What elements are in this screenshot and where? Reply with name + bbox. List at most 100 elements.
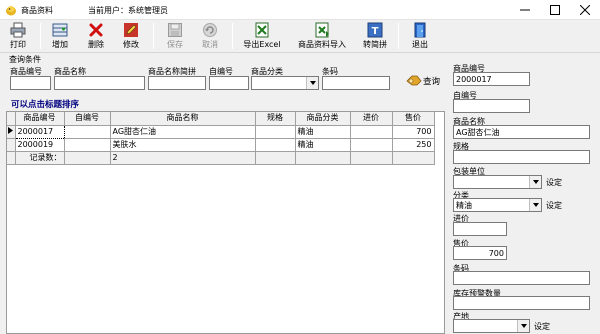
column-header[interactable]: 自编号 <box>64 112 111 126</box>
table-cell[interactable]: 精油 <box>295 138 351 152</box>
detail-unit-select[interactable] <box>453 175 542 189</box>
category-set-link[interactable]: 设定 <box>546 200 562 211</box>
edit-pencil-icon <box>124 23 138 37</box>
detail-code-field[interactable]: 2000017 <box>453 72 530 86</box>
table-cell <box>295 151 351 165</box>
table-cell[interactable] <box>255 138 296 152</box>
product-table: 商品编号 自编号 商品名称 规格 商品分类 进价 售价 2000017 AG甜杏… <box>7 112 435 165</box>
detail-selfcode-field[interactable] <box>453 99 530 113</box>
query-legend: 查询条件 <box>9 55 41 64</box>
toolbar-separator <box>232 23 233 49</box>
table-cell[interactable] <box>64 138 111 152</box>
title-bar: 商品资料 当前用户：系统管理员 <box>0 0 600 20</box>
toolbar-separator <box>40 23 41 49</box>
svg-text:T: T <box>372 26 379 37</box>
exit-door-icon <box>414 22 426 38</box>
detail-cost-field[interactable] <box>453 222 507 236</box>
query-category-select[interactable] <box>251 76 319 90</box>
delete-button[interactable]: 删除 <box>82 20 110 52</box>
detail-category-select[interactable]: 精油 <box>453 198 542 212</box>
query-code-input[interactable] <box>10 76 51 90</box>
pinyin-convert-icon: T <box>367 22 383 38</box>
app-icon <box>6 6 16 16</box>
import-button[interactable]: 商品资料导入 <box>294 20 350 52</box>
table-cell[interactable]: 2000017 <box>14 124 65 139</box>
table-cell[interactable] <box>350 125 393 139</box>
current-row-pointer-icon <box>8 126 14 134</box>
column-header[interactable]: 售价 <box>392 112 435 126</box>
print-button[interactable]: 打印 <box>4 20 32 52</box>
table-cell[interactable]: 美肤水 <box>110 138 256 152</box>
maximize-button[interactable] <box>540 0 570 20</box>
table-cell[interactable]: AG甜杏仁油 <box>110 125 256 139</box>
detail-spec-field[interactable] <box>453 150 590 164</box>
detail-stock-warning-field[interactable] <box>453 296 590 310</box>
add-label: 增加 <box>52 40 68 49</box>
row-selector[interactable] <box>7 125 16 139</box>
dropdown-arrow[interactable] <box>517 320 529 332</box>
origin-set-link[interactable]: 设定 <box>534 321 550 332</box>
query-barcode-input[interactable] <box>322 76 390 90</box>
column-header[interactable]: 商品编号 <box>15 112 65 126</box>
minimize-icon <box>520 9 530 11</box>
exit-label: 退出 <box>412 40 428 49</box>
cancel-label: 取消 <box>202 40 218 49</box>
table-cell[interactable]: 700 <box>392 125 435 139</box>
table-cell[interactable]: 精油 <box>295 125 351 139</box>
current-user: 当前用户：系统管理员 <box>88 6 168 15</box>
column-header[interactable]: 商品分类 <box>295 112 351 126</box>
import-icon <box>315 22 329 38</box>
export-excel-button[interactable]: 导出Excel <box>240 20 284 52</box>
dropdown-arrow[interactable] <box>306 77 318 89</box>
table-cell[interactable] <box>64 125 111 139</box>
edit-button[interactable]: 修改 <box>117 20 145 52</box>
row-selector <box>7 151 16 165</box>
cancel-button[interactable]: 取消 <box>196 20 224 52</box>
column-header[interactable]: 进价 <box>350 112 393 126</box>
dropdown-arrow[interactable] <box>529 176 541 188</box>
detail-category-value: 精油 <box>456 201 472 210</box>
table-row[interactable]: 2000019 美肤水 精油 250 <box>7 138 435 152</box>
minimize-button[interactable] <box>510 0 540 20</box>
detail-barcode-field[interactable] <box>453 271 590 285</box>
dropdown-arrow[interactable] <box>529 199 541 211</box>
add-record-icon <box>52 23 68 37</box>
exit-button[interactable]: 退出 <box>406 20 434 52</box>
query-pinyin-input[interactable] <box>148 76 206 90</box>
column-header[interactable]: 规格 <box>255 112 296 126</box>
unit-set-link[interactable]: 设定 <box>546 177 562 188</box>
table-cell[interactable] <box>350 138 393 152</box>
save-label: 保存 <box>167 40 183 49</box>
table-cell[interactable] <box>255 125 296 139</box>
add-button[interactable]: 增加 <box>46 20 74 52</box>
edit-label: 修改 <box>123 40 139 49</box>
table-cell <box>64 151 111 165</box>
table-cell[interactable]: 250 <box>392 138 435 152</box>
table-row[interactable]: 2000017 AG甜杏仁油 精油 700 <box>7 124 435 139</box>
printer-icon <box>10 22 26 38</box>
query-selfcode-input[interactable] <box>209 76 249 90</box>
detail-panel: 商品编号 2000017 自编号 商品名称 AG甜杏仁油 规格 包装单位 设定 … <box>449 53 600 334</box>
query-button[interactable]: 查询 <box>404 71 444 89</box>
pinyin-button[interactable]: T 转简拼 <box>360 20 390 52</box>
query-name-input[interactable] <box>54 76 145 90</box>
row-selector[interactable] <box>7 138 16 152</box>
detail-origin-select[interactable] <box>453 319 530 333</box>
import-label: 商品资料导入 <box>298 40 346 49</box>
column-header[interactable]: 商品名称 <box>110 112 256 126</box>
chevron-down-icon <box>533 180 539 184</box>
detail-price-field[interactable]: 700 <box>453 246 507 260</box>
maximize-icon <box>550 5 560 15</box>
chevron-down-icon <box>533 203 539 207</box>
query-panel: 查询条件 商品编号 商品名称 商品名称简拼 自编号 商品分类 条码 查询 <box>6 53 444 93</box>
table-cell <box>255 151 296 165</box>
close-button[interactable] <box>570 0 600 20</box>
save-button[interactable]: 保存 <box>161 20 189 52</box>
chevron-down-icon <box>310 81 316 85</box>
detail-name-field[interactable]: AG甜杏仁油 <box>453 125 590 139</box>
product-grid[interactable]: 商品编号 自编号 商品名称 规格 商品分类 进价 售价 2000017 AG甜杏… <box>6 111 445 334</box>
undo-icon <box>203 23 217 37</box>
chevron-down-icon <box>521 324 527 328</box>
table-cell[interactable]: 2000019 <box>15 138 65 152</box>
print-label: 打印 <box>10 40 26 49</box>
